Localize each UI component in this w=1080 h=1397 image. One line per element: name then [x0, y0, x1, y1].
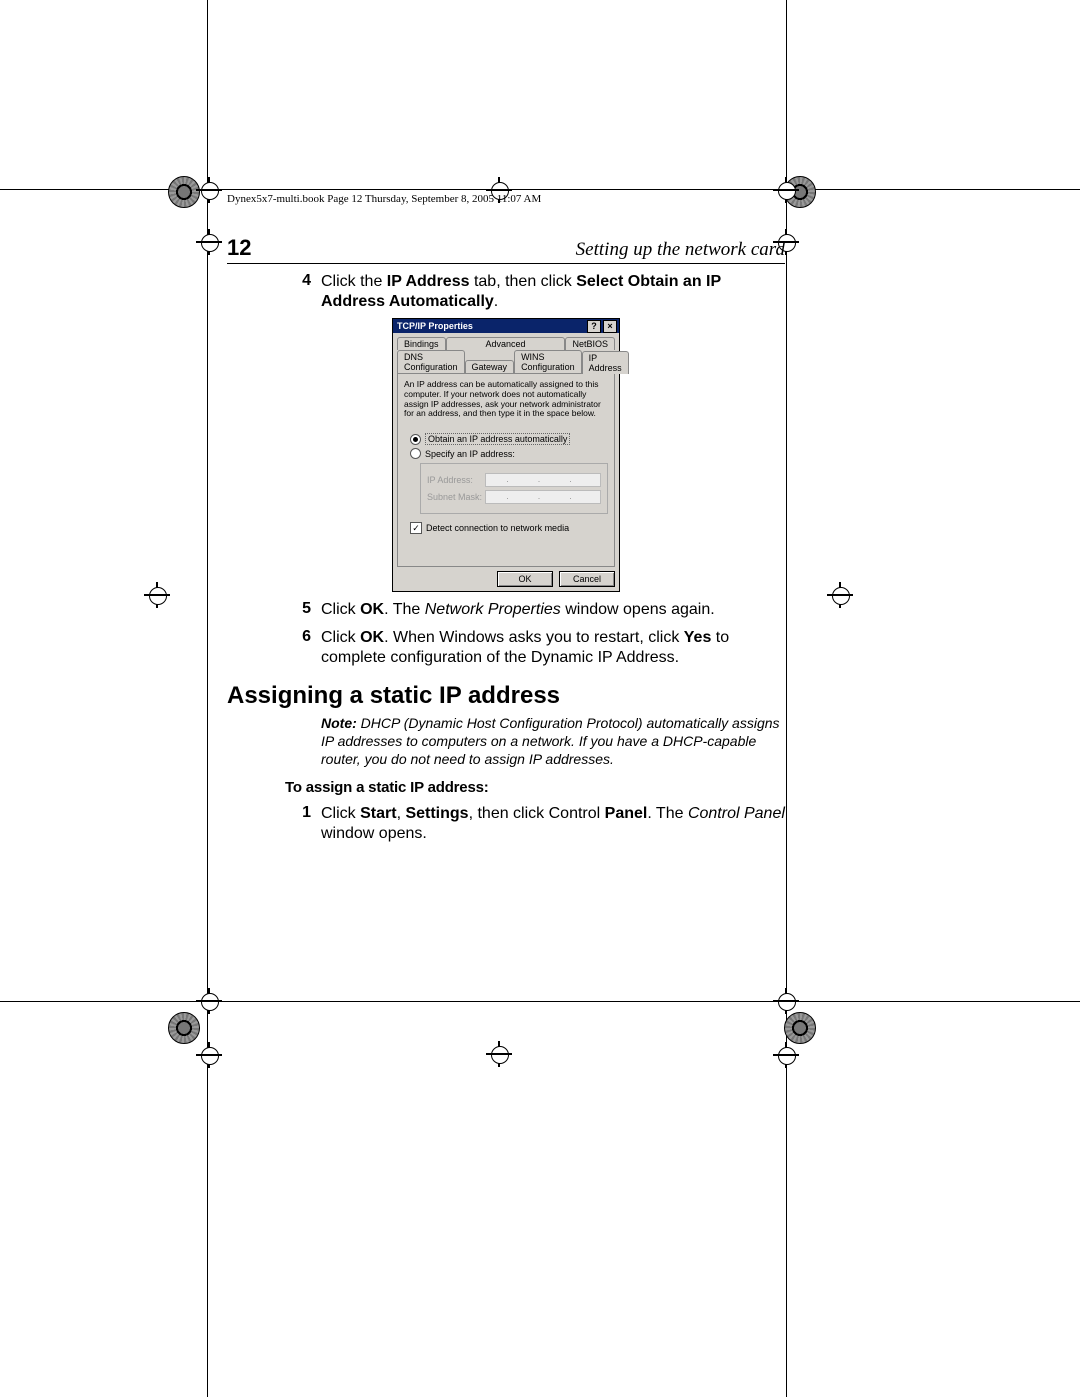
close-button[interactable]: × [603, 320, 617, 333]
ip-description: An IP address can be automatically assig… [404, 380, 608, 419]
field-label: IP Address: [427, 475, 485, 485]
radio-selected-icon [410, 434, 421, 445]
text: , then click Control [469, 805, 605, 822]
step-4: 4 Click the IP Address tab, then click S… [227, 272, 785, 312]
radio-label: Obtain an IP address automatically [425, 433, 570, 445]
help-button[interactable]: ? [587, 320, 601, 333]
text: Click [321, 629, 360, 646]
crop-line [0, 189, 1080, 190]
bold: Settings [405, 805, 468, 822]
step-1b: 1 Click Start, Settings, then click Cont… [227, 804, 785, 844]
step-number: 6 [227, 628, 321, 668]
step-text: Click OK. The Network Properties window … [321, 600, 785, 620]
text: . The [384, 601, 425, 618]
bold: OK [360, 601, 384, 618]
subnet-mask-row: Subnet Mask: . . . [427, 490, 601, 504]
radio-obtain-auto[interactable]: Obtain an IP address automatically [410, 433, 608, 445]
tab-bindings[interactable]: Bindings [397, 337, 446, 350]
text: Click [321, 805, 360, 822]
cancel-button[interactable]: Cancel [559, 571, 615, 587]
crop-tick-icon [827, 582, 853, 608]
section-title: Setting up the network card [576, 239, 785, 261]
tcpip-properties-dialog: TCP/IP Properties ? × Bindings Advanced … [392, 318, 620, 592]
radio-unselected-icon [410, 448, 421, 459]
crop-tick-icon [144, 582, 170, 608]
step-number: 1 [227, 804, 321, 844]
note-block: Note: DHCP (Dynamic Host Configuration P… [321, 714, 785, 769]
bold: Panel [605, 805, 648, 822]
crop-tick-icon [196, 988, 222, 1014]
bold: Yes [684, 629, 712, 646]
radio-label: Specify an IP address: [425, 449, 515, 459]
page-header: 12 Setting up the network card [227, 235, 785, 264]
crop-tick-icon [486, 1041, 512, 1067]
dialog-image: TCP/IP Properties ? × Bindings Advanced … [227, 318, 785, 592]
crop-tick-icon [773, 988, 799, 1014]
crop-tick-icon [196, 229, 222, 255]
italic: Network Properties [425, 601, 561, 618]
checkbox-checked-icon: ✓ [410, 522, 422, 534]
bold: Start [360, 805, 396, 822]
ok-button[interactable]: OK [497, 571, 553, 587]
step-text: Click Start, Settings, then click Contro… [321, 804, 785, 844]
crop-tick-icon [196, 1042, 222, 1068]
tab-panel: An IP address can be automatically assig… [397, 373, 615, 567]
crop-tick-icon [196, 177, 222, 203]
dialog-title: TCP/IP Properties [397, 321, 473, 331]
crop-line [786, 0, 787, 1397]
step-6: 6 Click OK. When Windows asks you to res… [227, 628, 785, 668]
page-content: Dynex5x7-multi.book Page 12 Thursday, Se… [227, 193, 785, 844]
text: tab, then click [470, 273, 577, 290]
text: window opens again. [561, 601, 715, 618]
registration-mark-icon [784, 1012, 816, 1044]
tab-netbios[interactable]: NetBIOS [565, 337, 615, 350]
registration-mark-icon [168, 1012, 200, 1044]
text: Click [321, 601, 360, 618]
dialog-buttons: OK Cancel [393, 567, 619, 591]
detect-connection-checkbox[interactable]: ✓ Detect connection to network media [410, 522, 608, 534]
crop-line [0, 1001, 1080, 1002]
text: Click the [321, 273, 387, 290]
tabs-row-1: Bindings Advanced NetBIOS [397, 337, 615, 350]
step-number: 5 [227, 600, 321, 620]
step-text: Click the IP Address tab, then click Sel… [321, 272, 785, 312]
page-number: 12 [227, 235, 251, 261]
ip-address-input[interactable]: . . . [485, 473, 601, 487]
bold: OK [360, 629, 384, 646]
dialog-titlebar: TCP/IP Properties ? × [393, 319, 619, 333]
text: . When Windows asks you to restart, clic… [384, 629, 684, 646]
checkbox-label: Detect connection to network media [426, 523, 569, 533]
subnet-mask-input[interactable]: . . . [485, 490, 601, 504]
tab-gateway[interactable]: Gateway [465, 360, 515, 373]
step-number: 4 [227, 272, 321, 312]
tab-ip-address[interactable]: IP Address [582, 351, 629, 374]
ip-address-row: IP Address: . . . [427, 473, 601, 487]
ip-fields-group: IP Address: . . . Subnet Mask: . . . [420, 463, 608, 514]
bookline: Dynex5x7-multi.book Page 12 Thursday, Se… [227, 193, 785, 205]
manual-page: Dynex5x7-multi.book Page 12 Thursday, Se… [0, 0, 1080, 1397]
crop-line [207, 0, 208, 1397]
crop-tick-icon [773, 1042, 799, 1068]
italic: Control Panel [688, 805, 785, 822]
step-text: Click OK. When Windows asks you to resta… [321, 628, 785, 668]
radio-specify[interactable]: Specify an IP address: [410, 448, 608, 459]
bold: IP Address [387, 273, 470, 290]
step-5: 5 Click OK. The Network Properties windo… [227, 600, 785, 620]
note-body: DHCP (Dynamic Host Configuration Protoco… [321, 715, 780, 767]
tabs-row-2: DNS Configuration Gateway WINS Configura… [397, 350, 615, 373]
text: . [494, 293, 498, 310]
subhead: To assign a static IP address: [285, 779, 785, 796]
text: . The [647, 805, 688, 822]
tab-wins-configuration[interactable]: WINS Configuration [514, 350, 582, 373]
tab-advanced[interactable]: Advanced [446, 337, 566, 350]
note-lead: Note: [321, 715, 357, 731]
tab-dns-configuration[interactable]: DNS Configuration [397, 350, 465, 373]
text: window opens. [321, 825, 427, 842]
tabs: Bindings Advanced NetBIOS DNS Configurat… [393, 333, 619, 567]
field-label: Subnet Mask: [427, 492, 485, 502]
heading-assigning-static-ip: Assigning a static IP address [227, 682, 785, 710]
